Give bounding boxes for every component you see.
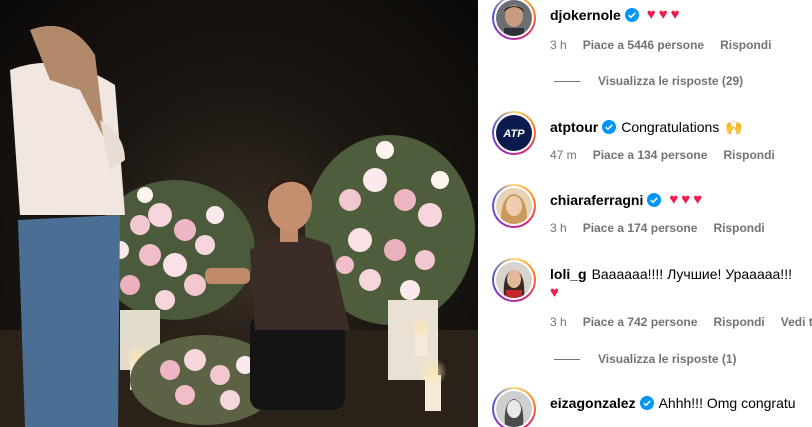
proposal-scene-image — [0, 25, 478, 427]
comment-time: 3 h — [550, 221, 567, 235]
comment-username[interactable]: chiaraferragni — [550, 191, 643, 209]
comment-time: 3 h — [550, 38, 567, 52]
replies-dash — [554, 80, 580, 82]
reply-button[interactable]: Rispondi — [720, 37, 771, 53]
comment-username[interactable]: loli_g — [550, 265, 587, 283]
comment-likes[interactable]: Piace a 5446 persone — [583, 37, 704, 53]
view-replies-button[interactable]: Visualizza le risposte (1) — [554, 352, 737, 366]
view-replies-label: Visualizza le risposte (29) — [598, 74, 744, 88]
comment-hearts: ♥ — [550, 284, 559, 301]
comment-hearts: ♥♥♥ — [669, 191, 706, 208]
comment-likes[interactable]: Piace a 742 persone — [583, 314, 698, 330]
view-replies-button[interactable]: Visualizza le risposte (29) — [554, 74, 743, 88]
comment-likes[interactable]: Piace a 174 persone — [583, 220, 698, 236]
svg-text:ATP: ATP — [502, 128, 525, 140]
comment-username[interactable]: djokernole — [550, 6, 621, 24]
verified-badge-icon — [639, 396, 654, 410]
verified-badge-icon — [602, 120, 617, 134]
reply-button[interactable]: Rispondi — [723, 147, 774, 163]
avatar[interactable] — [492, 184, 536, 228]
atp-logo-icon: ATP — [496, 115, 532, 151]
avatar[interactable] — [492, 0, 536, 40]
comment-likes[interactable]: Piace a 134 persone — [593, 147, 708, 163]
verified-badge-icon — [624, 8, 639, 22]
see-translation-button[interactable]: Vedi t — [781, 314, 812, 330]
comments-panel: djokernole ♥♥♥ 3 h Piace a 5446 persone … — [478, 0, 812, 427]
comment-time: 3 h — [550, 315, 567, 329]
comment-text: Ahhh!!! Omg congratu — [658, 395, 796, 411]
comment-text: Congratulations — [621, 119, 720, 135]
verified-badge-icon — [647, 193, 662, 207]
replies-dash — [554, 358, 580, 360]
comment-emoji: 🙌 — [725, 119, 743, 135]
comment-text: Baaaaaa!!!! Лучшие! Урааааа!!! — [591, 266, 792, 282]
avatar[interactable] — [492, 387, 536, 427]
reply-button[interactable]: Rispondi — [713, 220, 764, 236]
reply-button[interactable]: Rispondi — [713, 314, 764, 330]
view-replies-label: Visualizza le risposte (1) — [598, 352, 737, 366]
comment-username[interactable]: atptour — [550, 118, 598, 136]
avatar[interactable] — [492, 258, 536, 302]
comment-time: 47 m — [550, 148, 577, 162]
avatar[interactable]: ATP — [492, 111, 536, 155]
comment-hearts: ♥♥♥ — [646, 6, 683, 23]
comment-username[interactable]: eizagonzalez — [550, 394, 636, 412]
standing-woman — [10, 25, 125, 427]
post-media[interactable] — [0, 0, 478, 427]
